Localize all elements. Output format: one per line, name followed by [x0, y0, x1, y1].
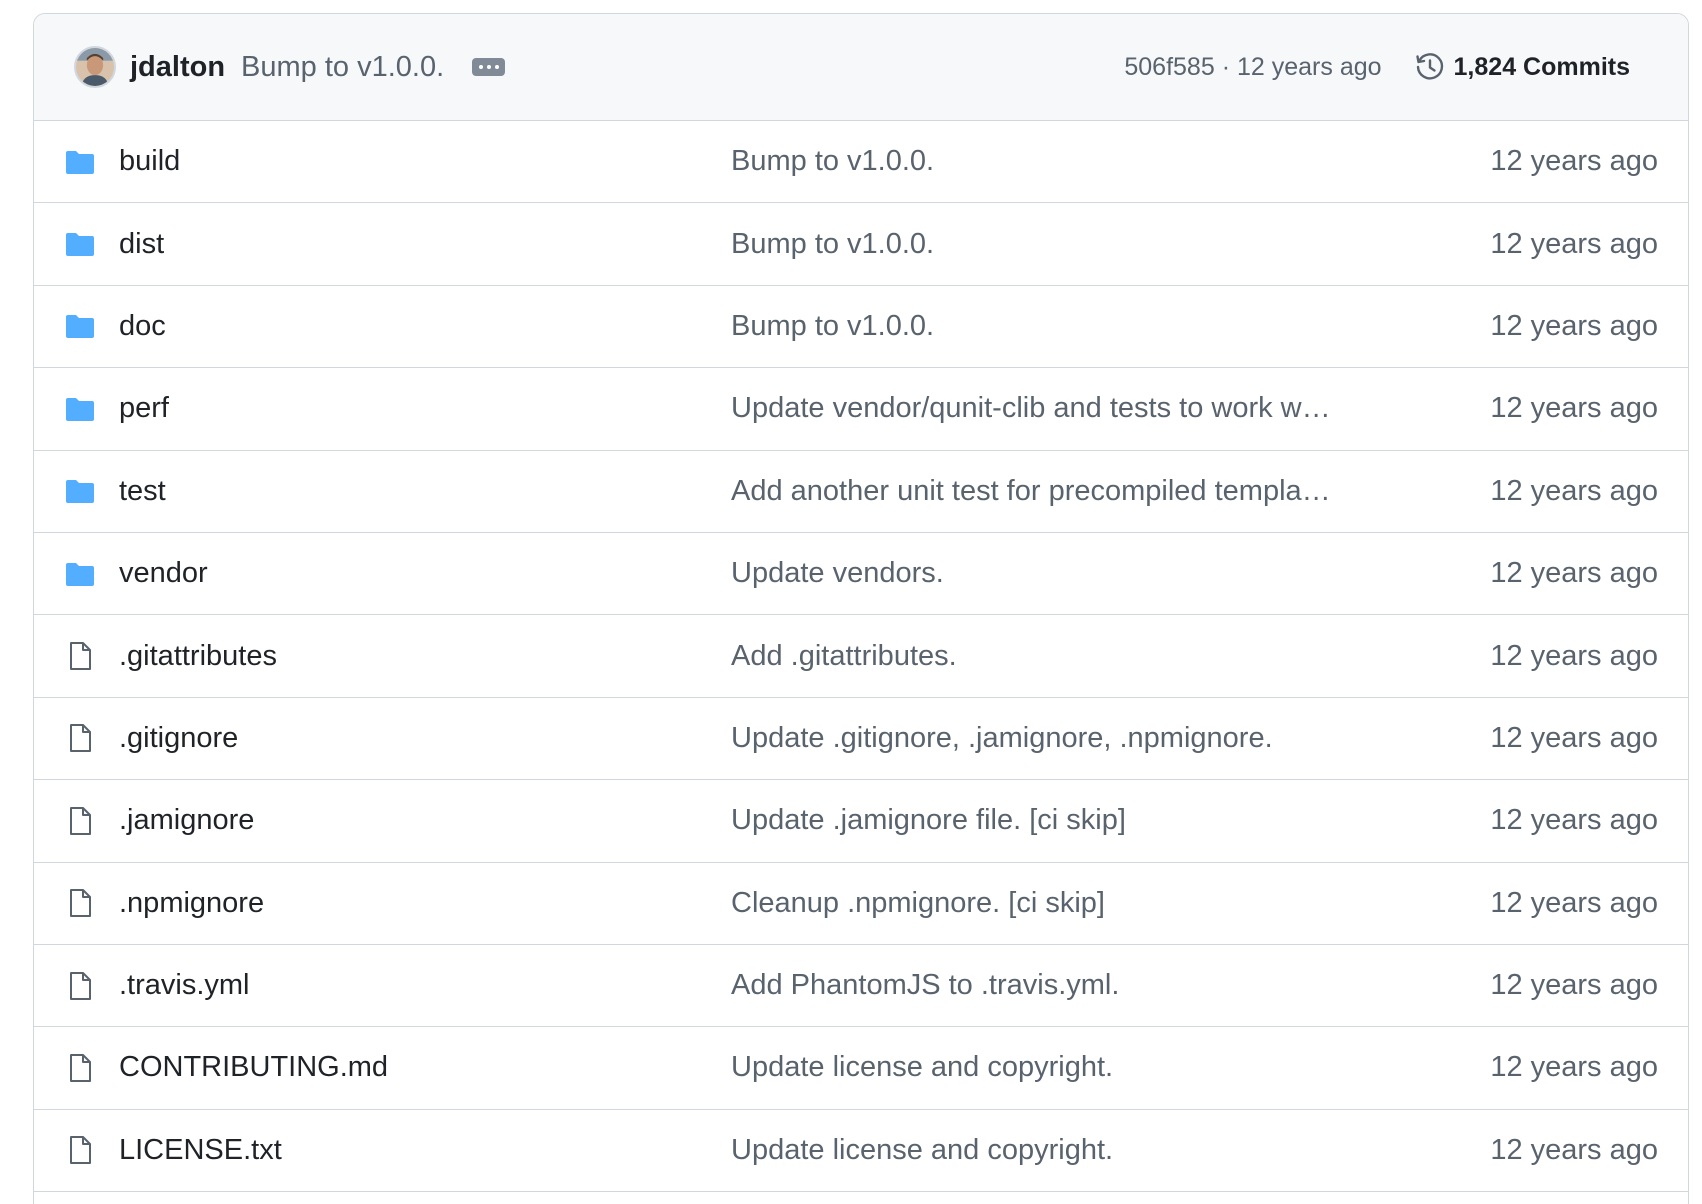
folder-icon — [64, 558, 96, 590]
file-name-link[interactable]: test — [119, 475, 166, 508]
file-commit-message-link[interactable]: Update license and copyright. — [731, 1134, 1331, 1167]
avatar-image — [76, 48, 114, 86]
folder-icon — [64, 228, 96, 260]
repo-file-browser: jdalton Bump to v1.0.0. 506f585 · 12 yea… — [33, 13, 1689, 1204]
file-row-npmignore[interactable]: .npmignore Cleanup .npmignore. [ci skip]… — [34, 863, 1688, 945]
commit-time: 12 years ago — [1236, 52, 1382, 81]
file-commit-time: 12 years ago — [1490, 804, 1658, 837]
file-icon — [64, 970, 96, 1002]
file-commit-time: 12 years ago — [1490, 639, 1658, 672]
ellipsis-dot-icon — [494, 65, 499, 69]
file-icon — [64, 1134, 96, 1166]
file-commit-message-link[interactable]: Update .gitignore, .jamignore, .npmignor… — [731, 722, 1331, 755]
file-row-vendor[interactable]: vendor Update vendors. 12 years ago — [34, 533, 1688, 616]
file-commit-message-link[interactable]: Bump to v1.0.0. — [731, 228, 1331, 261]
file-commit-time: 12 years ago — [1490, 969, 1658, 1002]
file-commit-message-link[interactable]: Bump to v1.0.0. — [731, 310, 1331, 343]
commit-sha-link[interactable]: 506f585 — [1124, 53, 1214, 81]
commits-count-label: 1,824 Commits — [1453, 52, 1630, 81]
file-name-link[interactable]: LICENSE.txt — [119, 1134, 282, 1167]
file-commit-time: 12 years ago — [1490, 1133, 1658, 1166]
file-icon — [64, 1052, 96, 1084]
file-commit-time: 12 years ago — [1490, 721, 1658, 754]
file-commit-message-link[interactable]: Add PhantomJS to .travis.yml. — [731, 969, 1331, 1002]
separator: · — [1221, 52, 1231, 81]
file-commit-time: 12 years ago — [1490, 474, 1658, 507]
file-row-jamignore[interactable]: .jamignore Update .jamignore file. [ci s… — [34, 780, 1688, 863]
latest-commit-bar: jdalton Bump to v1.0.0. 506f585 · 12 yea… — [34, 14, 1688, 121]
file-commit-message-link[interactable]: Update .jamignore file. [ci skip] — [731, 804, 1331, 837]
file-name-link[interactable]: .npmignore — [119, 887, 264, 920]
history-icon — [1415, 53, 1443, 80]
commit-author-link[interactable]: jdalton — [130, 51, 225, 84]
folder-icon — [64, 393, 96, 425]
file-name-link[interactable]: .gitattributes — [119, 640, 277, 673]
avatar[interactable] — [74, 46, 116, 88]
ellipsis-dot-icon — [478, 65, 483, 69]
ellipsis-dot-icon — [486, 65, 491, 69]
file-name-link[interactable]: perf — [119, 392, 169, 425]
folder-icon — [64, 146, 96, 178]
file-icon — [64, 640, 96, 672]
file-name-link[interactable]: .jamignore — [119, 804, 254, 837]
file-commit-time: 12 years ago — [1490, 392, 1658, 425]
file-commit-time: 12 years ago — [1490, 1051, 1658, 1084]
file-commit-time: 12 years ago — [1490, 309, 1658, 342]
folder-icon — [64, 310, 96, 342]
commit-sha-time: 506f585 · 12 years ago — [1124, 53, 1381, 82]
file-name-link[interactable]: dist — [119, 228, 164, 261]
file-row-perf[interactable]: perf Update vendor/qunit-clib and tests … — [34, 368, 1688, 451]
file-row-gitignore[interactable]: .gitignore Update .gitignore, .jamignore… — [34, 698, 1688, 781]
file-row-gitattributes[interactable]: .gitattributes Add .gitattributes. 12 ye… — [34, 615, 1688, 698]
file-row-contributing-md[interactable]: CONTRIBUTING.md Update license and copyr… — [34, 1027, 1688, 1110]
file-name-link[interactable]: build — [119, 145, 180, 178]
file-row-doc[interactable]: doc Bump to v1.0.0. 12 years ago — [34, 286, 1688, 369]
folder-icon — [64, 475, 96, 507]
file-commit-message-link[interactable]: Update vendor/qunit-clib and tests to wo… — [731, 392, 1331, 425]
file-name-link[interactable]: .travis.yml — [119, 969, 250, 1002]
commit-message-link[interactable]: Bump to v1.0.0. — [241, 51, 444, 84]
file-icon — [64, 887, 96, 919]
expand-commit-message-button[interactable] — [472, 58, 506, 76]
file-row-test[interactable]: test Add another unit test for precompil… — [34, 451, 1688, 533]
file-commit-message-link[interactable]: Cleanup .npmignore. [ci skip] — [731, 887, 1331, 920]
file-commit-message-link[interactable]: Add another unit test for precompiled te… — [731, 475, 1331, 508]
file-commit-time: 12 years ago — [1490, 145, 1658, 178]
commit-history-link[interactable]: 1,824 Commits — [1414, 51, 1630, 83]
file-commit-time: 12 years ago — [1490, 886, 1658, 919]
file-commit-message-link[interactable]: Update license and copyright. — [731, 1051, 1331, 1084]
file-row-build[interactable]: build Bump to v1.0.0. 12 years ago — [34, 121, 1688, 204]
file-commit-message-link[interactable]: Bump to v1.0.0. — [731, 145, 1331, 178]
file-name-link[interactable]: vendor — [119, 557, 208, 590]
file-name-link[interactable]: CONTRIBUTING.md — [119, 1051, 388, 1084]
file-commit-message-link[interactable]: Update vendors. — [731, 557, 1331, 590]
file-commit-time: 12 years ago — [1490, 557, 1658, 590]
file-row-license-txt[interactable]: LICENSE.txt Update license and copyright… — [34, 1110, 1688, 1193]
file-name-link[interactable]: doc — [119, 310, 166, 343]
file-icon — [64, 722, 96, 754]
file-row-travis-yml[interactable]: .travis.yml Add PhantomJS to .travis.yml… — [34, 945, 1688, 1028]
file-row-dist[interactable]: dist Bump to v1.0.0. 12 years ago — [34, 203, 1688, 286]
file-commit-message-link[interactable]: Add .gitattributes. — [731, 640, 1331, 673]
file-list: build Bump to v1.0.0. 12 years ago dist … — [34, 121, 1688, 1193]
file-name-link[interactable]: .gitignore — [119, 722, 238, 755]
file-commit-time: 12 years ago — [1490, 227, 1658, 260]
file-icon — [64, 805, 96, 837]
